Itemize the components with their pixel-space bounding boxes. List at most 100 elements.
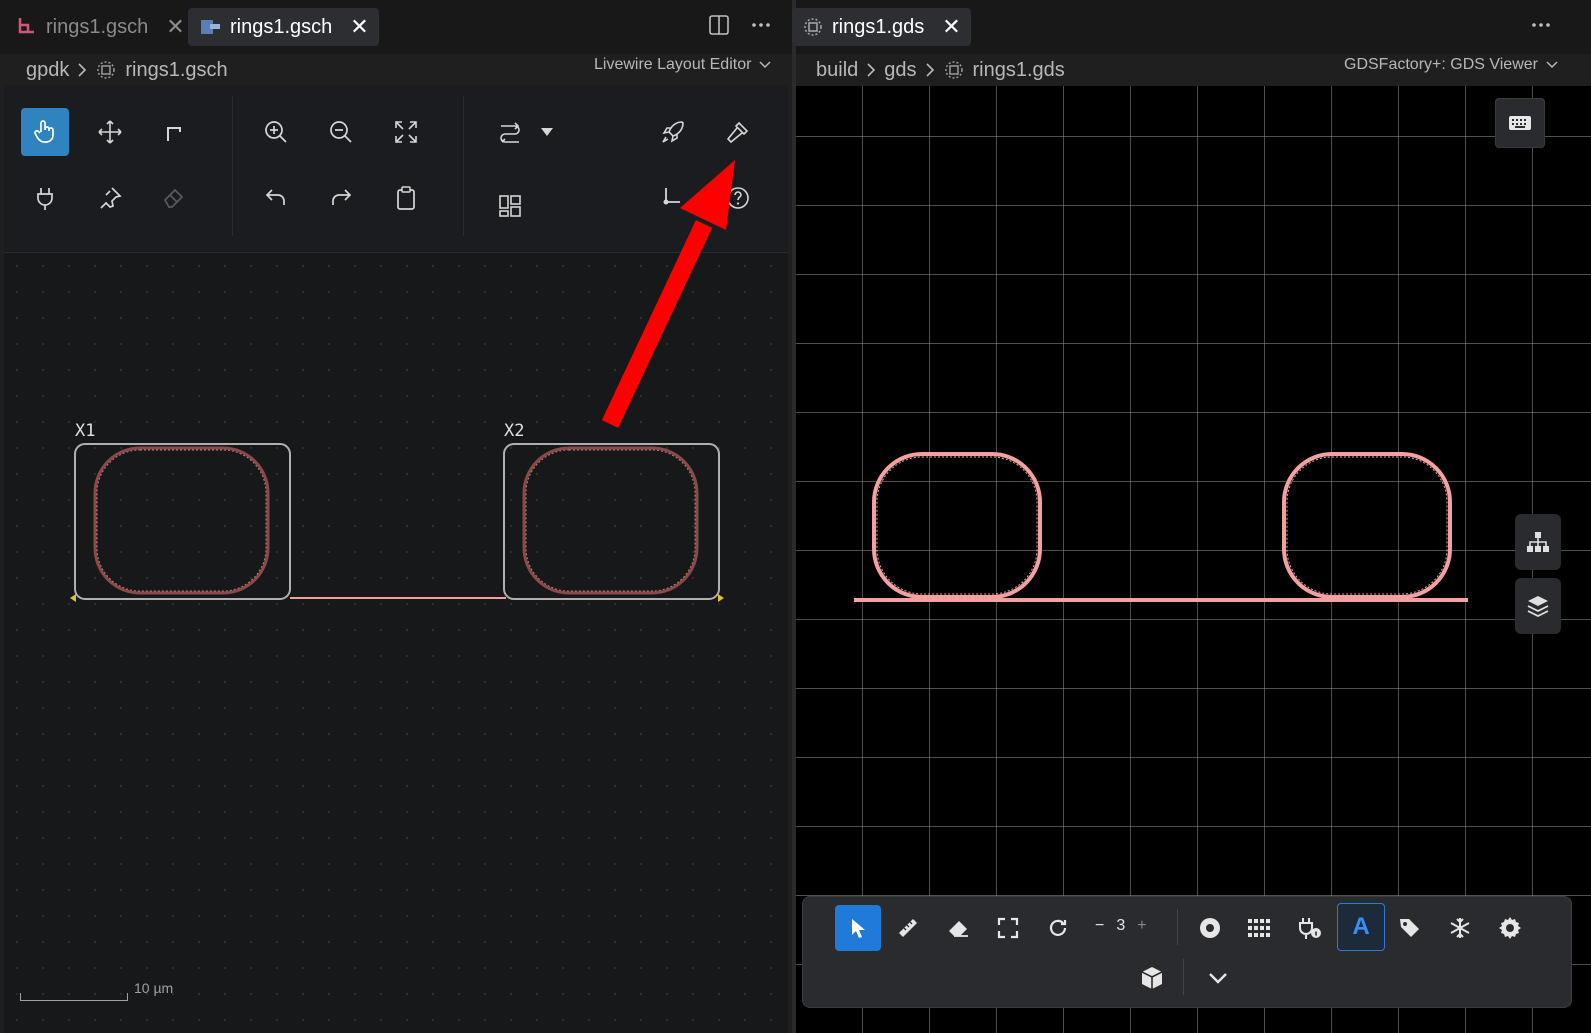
left-tab-bar: rings1.gsch ✕ rings1.gsch ✕ bbox=[0, 0, 792, 54]
route-dropdown-button[interactable] bbox=[532, 108, 562, 156]
zoom-in-icon bbox=[265, 121, 287, 143]
chip-icon bbox=[944, 61, 963, 79]
breadcrumb-gds[interactable]: gds bbox=[884, 59, 916, 82]
grid-layout-icon bbox=[499, 195, 521, 217]
tags-button[interactable] bbox=[1387, 905, 1433, 951]
breadcrumb-build[interactable]: build bbox=[816, 59, 858, 82]
layout-file-icon bbox=[201, 20, 220, 34]
undo-icon bbox=[265, 189, 285, 205]
launch-button[interactable] bbox=[649, 108, 697, 156]
move-tool-button[interactable] bbox=[86, 108, 134, 156]
editor-mode-select[interactable]: Livewire Layout Editor bbox=[594, 56, 771, 74]
undo-button[interactable] bbox=[252, 174, 300, 222]
instance-x1[interactable] bbox=[74, 443, 291, 600]
hierarchy-icon bbox=[1527, 532, 1549, 552]
redo-icon bbox=[332, 189, 352, 205]
fit-frame-icon bbox=[997, 917, 1019, 939]
settings-button[interactable] bbox=[1487, 905, 1533, 951]
refresh-icon bbox=[1049, 919, 1067, 936]
instance-x2[interactable] bbox=[503, 443, 720, 600]
ring-resonator-1[interactable] bbox=[872, 452, 1042, 599]
text-label-button[interactable]: A bbox=[1337, 903, 1385, 951]
port-tool-button[interactable] bbox=[21, 174, 69, 222]
pin-icon bbox=[100, 187, 122, 209]
gds-layout-drawing bbox=[854, 452, 1468, 602]
hierarchy-panel-button[interactable] bbox=[1515, 514, 1561, 570]
ruler-icon bbox=[899, 919, 917, 937]
depth-value: 3 bbox=[1116, 917, 1126, 934]
port-info-button[interactable] bbox=[1287, 905, 1333, 951]
eraser-icon bbox=[949, 921, 968, 937]
port-marker[interactable] bbox=[70, 594, 76, 602]
plug-info-icon bbox=[1299, 918, 1321, 939]
gds-canvas[interactable]: − 3 + A bbox=[796, 86, 1591, 1033]
close-tab-icon[interactable]: ✕ bbox=[350, 16, 368, 38]
paste-button[interactable] bbox=[382, 174, 430, 222]
redo-button[interactable] bbox=[317, 174, 365, 222]
layers-icon bbox=[1527, 596, 1549, 618]
close-tab-icon[interactable]: ✕ bbox=[166, 16, 184, 38]
chip-icon bbox=[97, 61, 116, 79]
layout-grid-button[interactable] bbox=[486, 182, 534, 230]
3d-view-button[interactable] bbox=[1129, 955, 1175, 1001]
schematic-editor-pane: rings1.gsch ✕ rings1.gsch ✕ gpdk rings1.… bbox=[0, 0, 792, 1033]
select-tool-button[interactable] bbox=[21, 108, 69, 156]
viewer-mode-select[interactable]: GDSFactory+: GDS Viewer bbox=[1344, 56, 1558, 74]
freeze-button[interactable] bbox=[1437, 905, 1483, 951]
schematic-toolbar bbox=[4, 86, 788, 253]
zoom-out-icon bbox=[330, 121, 352, 143]
plug-icon bbox=[37, 188, 53, 210]
caret-down-icon bbox=[541, 128, 553, 136]
close-tab-icon[interactable]: ✕ bbox=[942, 16, 960, 38]
breadcrumb-file[interactable]: rings1.gsch bbox=[125, 59, 227, 82]
chevron-right-icon bbox=[867, 63, 876, 77]
layers-panel-button[interactable] bbox=[1515, 578, 1561, 634]
breadcrumb-file[interactable]: rings1.gds bbox=[973, 59, 1065, 82]
schematic-canvas[interactable]: X1 X2 bbox=[4, 253, 788, 1033]
origin-button[interactable] bbox=[1187, 905, 1233, 951]
ring-resonator-2[interactable] bbox=[1282, 452, 1452, 599]
port-marker[interactable] bbox=[718, 594, 724, 602]
grid-toggle-button[interactable] bbox=[1237, 905, 1283, 951]
fit-view-button[interactable] bbox=[382, 108, 430, 156]
route-connect-button[interactable] bbox=[649, 174, 697, 222]
chevron-down-icon bbox=[759, 61, 771, 69]
depth-stepper[interactable]: − 3 + bbox=[1095, 917, 1147, 935]
decrement-button[interactable]: − bbox=[1095, 917, 1104, 935]
chevron-down-icon bbox=[1209, 973, 1227, 984]
select-pointer-button[interactable] bbox=[835, 905, 881, 951]
tab-rings1-gsch-active[interactable]: rings1.gsch ✕ bbox=[188, 8, 379, 46]
help-icon bbox=[727, 187, 749, 209]
eraser-tool-button[interactable] bbox=[150, 174, 198, 222]
zoom-in-button[interactable] bbox=[252, 108, 300, 156]
increment-button[interactable]: + bbox=[1137, 917, 1146, 935]
more-actions-icon[interactable] bbox=[750, 14, 772, 36]
eraser-icon bbox=[163, 188, 184, 208]
tab-label: rings1.gsch bbox=[230, 15, 333, 38]
route-options-button[interactable] bbox=[486, 108, 534, 156]
reload-button[interactable] bbox=[1035, 905, 1081, 951]
chip-icon bbox=[804, 18, 822, 36]
build-button[interactable] bbox=[714, 108, 762, 156]
chevron-right-icon bbox=[925, 63, 934, 77]
more-actions-icon[interactable] bbox=[1530, 14, 1552, 36]
tab-rings1-gds[interactable]: rings1.gds ✕ bbox=[792, 8, 971, 46]
zoom-fit-button[interactable] bbox=[985, 905, 1031, 951]
zoom-out-button[interactable] bbox=[317, 108, 365, 156]
snowflake-icon bbox=[1450, 918, 1470, 938]
collapse-toolbar-button[interactable] bbox=[1195, 955, 1241, 1001]
pin-tool-button[interactable] bbox=[86, 174, 134, 222]
gear-icon bbox=[1499, 917, 1521, 939]
fit-view-icon bbox=[395, 121, 417, 143]
connect-icon bbox=[663, 188, 680, 205]
breadcrumb-folder[interactable]: gpdk bbox=[26, 59, 69, 82]
keyboard-shortcuts-button[interactable] bbox=[1495, 98, 1545, 148]
wire-icon bbox=[167, 127, 181, 141]
split-editor-icon[interactable] bbox=[708, 14, 730, 36]
eraser-button[interactable] bbox=[935, 905, 981, 951]
ruler-button[interactable] bbox=[885, 905, 931, 951]
help-button[interactable] bbox=[714, 174, 762, 222]
cube-icon bbox=[1141, 967, 1163, 989]
wire-tool-button[interactable] bbox=[150, 108, 198, 156]
tab-rings1-gsch-inactive[interactable]: rings1.gsch ✕ bbox=[6, 8, 195, 46]
